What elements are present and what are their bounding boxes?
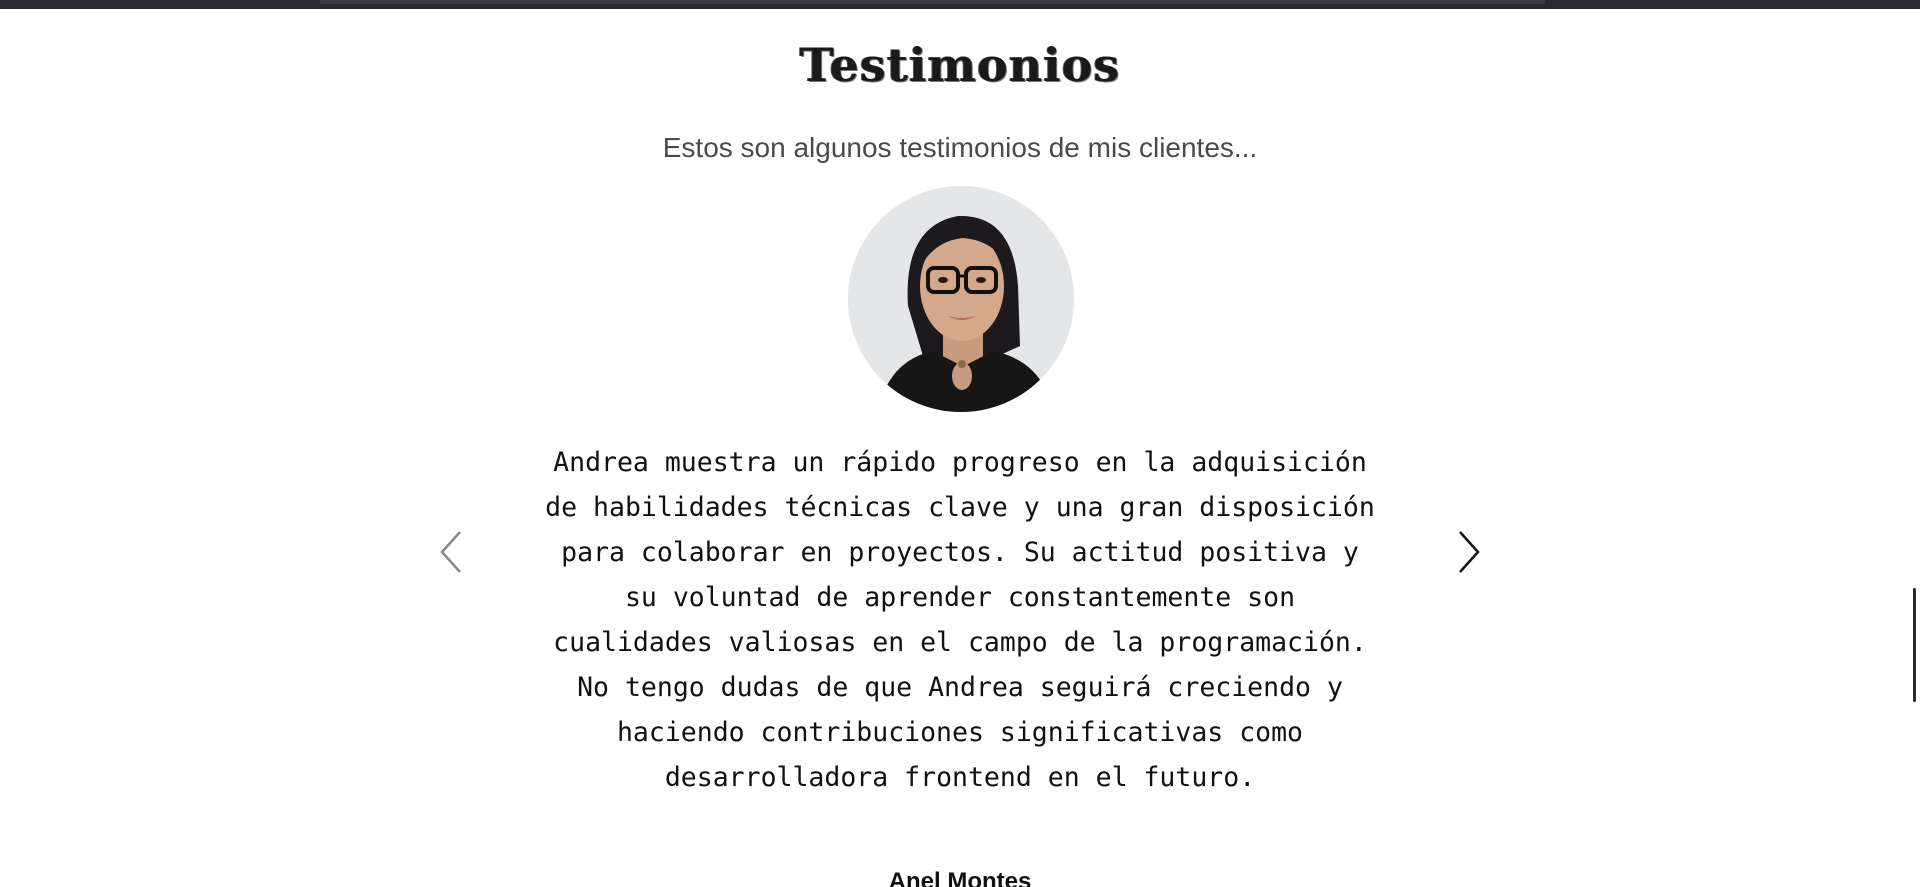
navbar-inner-edge [320,0,1545,4]
page: Testimonios Estos son algunos testimonio… [0,0,1920,887]
chevron-left-icon [440,531,461,573]
testimonial-quote: Andrea muestra un rápido progreso en la … [545,447,1375,793]
previous-testimonial-button[interactable] [430,522,470,582]
chevron-right-icon [1459,531,1480,573]
testimonial-avatar [848,186,1074,412]
scrollbar-thumb[interactable] [1913,588,1916,702]
testimonial-author: Anel Montes [888,868,1032,887]
top-navbar-edge [0,0,1920,9]
section-subtitle: Estos son algunos testimonios de mis cli… [662,132,1258,163]
section-title: Testimonios [799,38,1121,92]
next-testimonial-button[interactable] [1450,522,1490,582]
